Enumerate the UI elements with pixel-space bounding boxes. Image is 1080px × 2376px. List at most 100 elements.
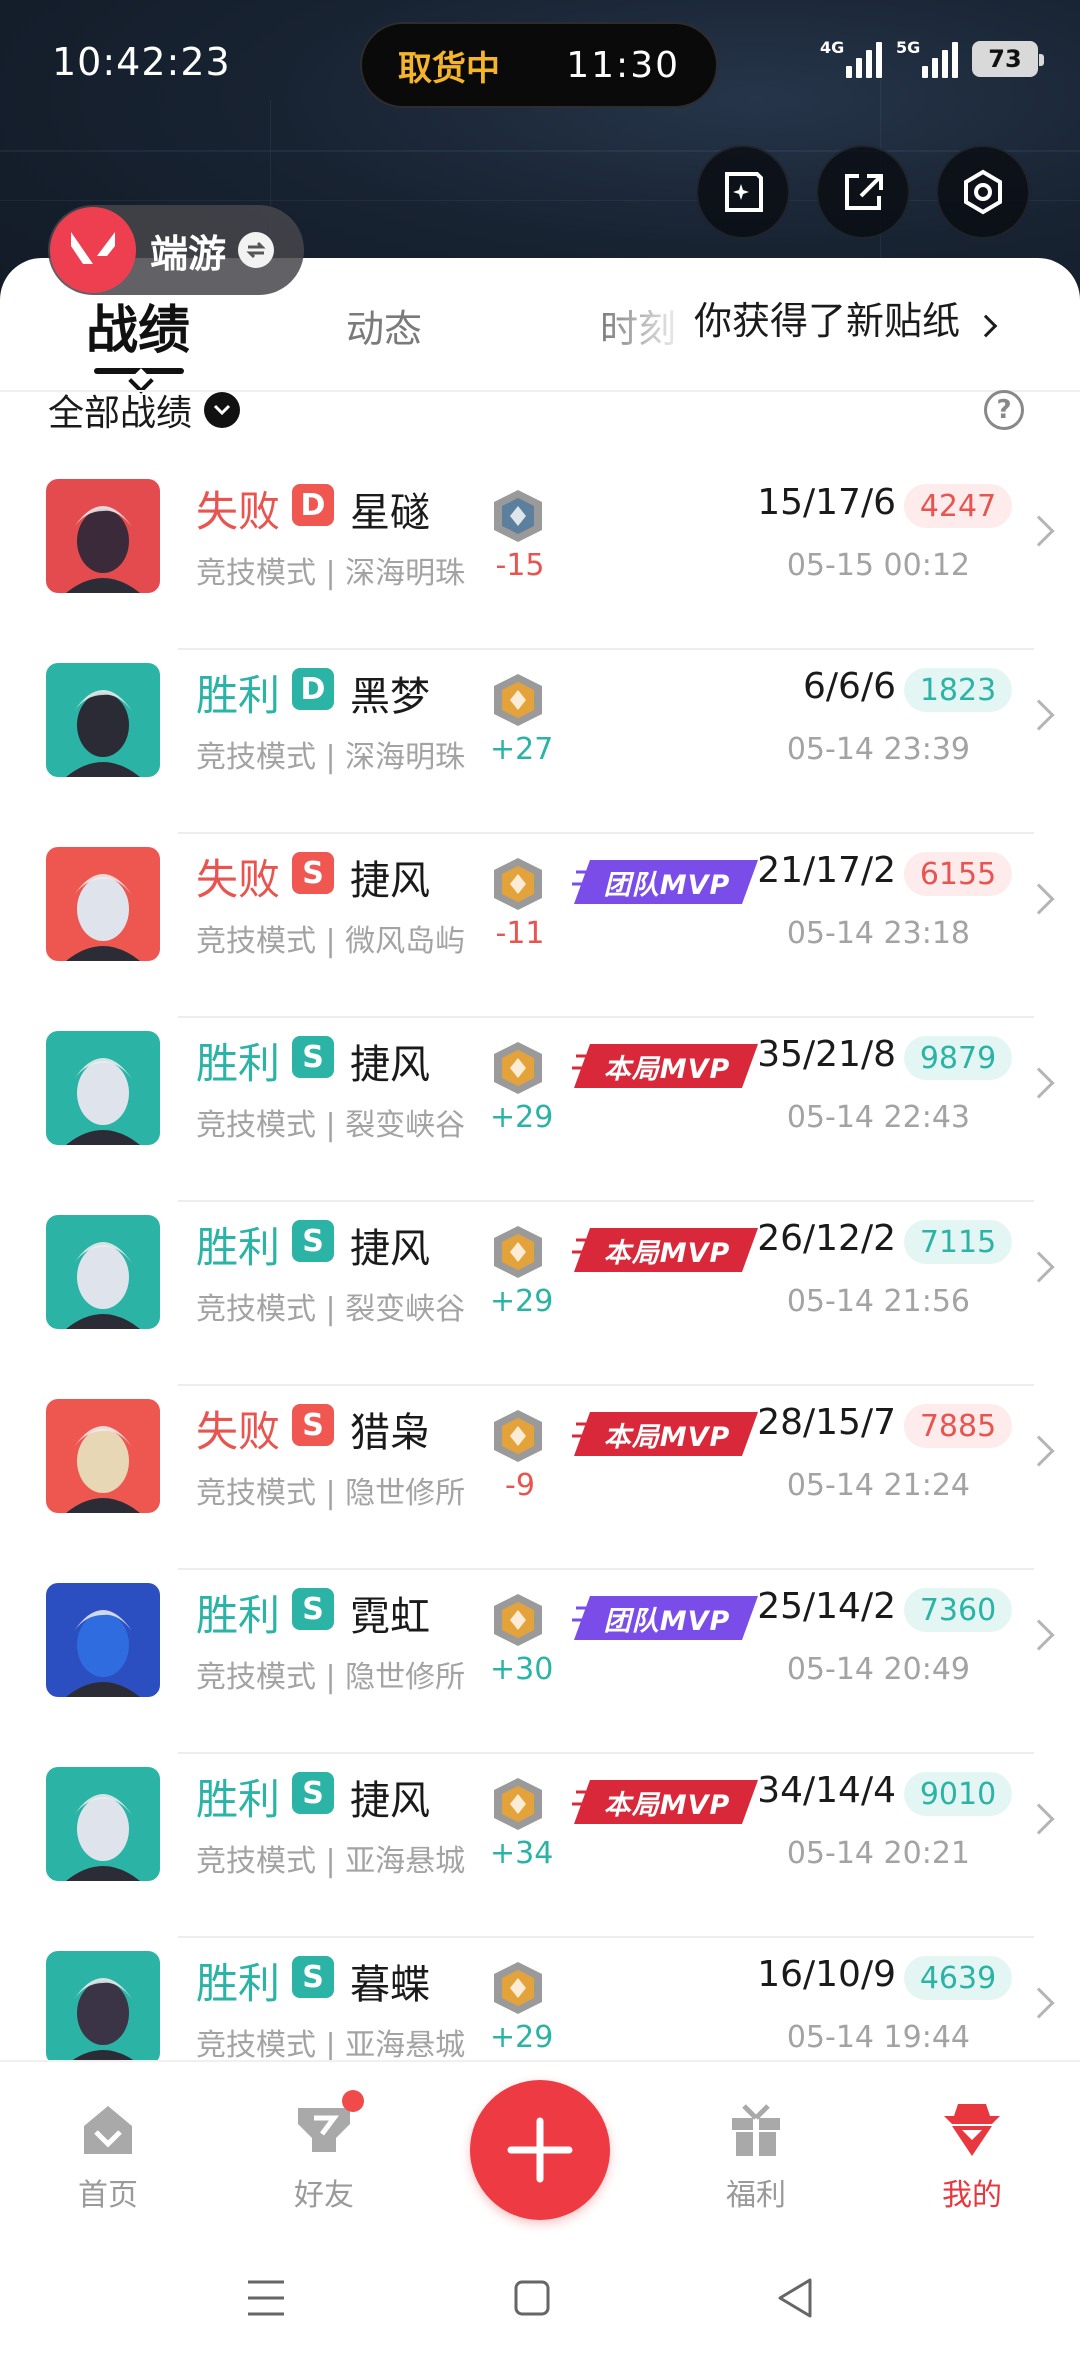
agent-name: 捷风 bbox=[350, 1778, 430, 1824]
nav-friends[interactable]: 好友 bbox=[264, 2090, 384, 2214]
rank-icon bbox=[494, 1042, 542, 1094]
match-mode: 竞技模式 | 隐世修所 bbox=[196, 1476, 466, 1511]
agent-name: 黑梦 bbox=[350, 674, 430, 720]
rank-tier-badge: D bbox=[292, 668, 334, 710]
rank-points-change: +30 bbox=[490, 1652, 554, 1687]
status-time: 10:42:23 bbox=[52, 40, 231, 84]
nav-friends-label: 好友 bbox=[294, 2178, 354, 2213]
kda: 21/17/2 bbox=[757, 850, 896, 891]
mvp-badge: 团队MVP bbox=[603, 869, 731, 901]
combat-score: 4639 bbox=[904, 1956, 1012, 2000]
settings-button[interactable] bbox=[936, 145, 1030, 239]
filter-label: 全部战绩 bbox=[48, 393, 193, 434]
match-row[interactable]: 胜利 S 捷风 竞技模式 | 裂变峡谷 +29 本局MVP 35/21/8 98… bbox=[0, 1018, 1080, 1202]
match-result: 失败 bbox=[196, 1407, 281, 1456]
match-result: 胜利 bbox=[196, 1591, 281, 1640]
match-row[interactable]: 失败 S 捷风 竞技模式 | 微风岛屿 -11 团队MVP 21/17/2 61… bbox=[0, 834, 1080, 1018]
kda: 6/6/6 bbox=[803, 666, 896, 707]
rank-tier-badge: S bbox=[292, 1772, 334, 1814]
notification-dot bbox=[342, 2090, 364, 2112]
chevron-right-icon bbox=[1023, 1987, 1055, 2019]
rank-tier-badge: S bbox=[292, 852, 334, 894]
agent-name: 星礈 bbox=[350, 490, 430, 536]
live-activity-pill[interactable]: 取货中 11:30 bbox=[360, 22, 718, 108]
chevron-right-icon bbox=[974, 314, 998, 338]
match-result: 失败 bbox=[196, 487, 281, 536]
combat-score: 6155 bbox=[904, 852, 1012, 896]
toast-text: 你获得了新贴纸 bbox=[694, 299, 961, 343]
rank-icon bbox=[494, 490, 542, 542]
rank-tier-badge: D bbox=[292, 484, 334, 526]
match-date: 05-14 21:24 bbox=[786, 1468, 970, 1503]
match-date: 05-14 20:21 bbox=[786, 1836, 970, 1871]
match-result: 胜利 bbox=[196, 1223, 281, 1272]
tab-feed[interactable]: 动态 bbox=[346, 298, 422, 353]
chevron-right-icon bbox=[1023, 1619, 1055, 1651]
pickup-status: 取货中 bbox=[398, 48, 500, 89]
chevron-down-icon bbox=[204, 392, 241, 428]
agent-name: 捷风 bbox=[350, 1042, 430, 1088]
match-row[interactable]: 胜利 D 黑梦 竞技模式 | 深海明珠 +27 6/6/6 1823 05-14… bbox=[0, 650, 1080, 834]
match-mode: 竞技模式 | 深海明珠 bbox=[196, 740, 466, 775]
nav-welfare[interactable]: 福利 bbox=[696, 2098, 816, 2214]
help-icon[interactable]: ? bbox=[984, 390, 1024, 430]
back-icon[interactable] bbox=[776, 2276, 816, 2320]
nav-profile[interactable]: 我的 bbox=[912, 2098, 1032, 2214]
chevron-right-icon bbox=[1023, 515, 1055, 547]
system-nav-bar bbox=[0, 2236, 1080, 2376]
match-date: 05-14 19:44 bbox=[786, 2020, 970, 2055]
agent-name: 捷风 bbox=[350, 1226, 430, 1272]
rank-icon bbox=[494, 1226, 542, 1278]
mvp-badge: 本局MVP bbox=[603, 1237, 731, 1269]
rank-points-change: +34 bbox=[490, 1836, 554, 1871]
agent-avatar bbox=[46, 479, 160, 593]
home-square-icon[interactable] bbox=[512, 2278, 552, 2318]
match-result: 胜利 bbox=[196, 1775, 281, 1824]
match-result: 胜利 bbox=[196, 1959, 281, 2008]
tab-records[interactable]: 战绩 bbox=[86, 288, 190, 363]
match-row[interactable]: 胜利 S 霓虹 竞技模式 | 隐世修所 +30 团队MVP 25/14/2 73… bbox=[0, 1570, 1080, 1754]
match-row[interactable]: 胜利 S 捷风 竞技模式 | 亚海悬城 +34 本局MVP 34/14/4 90… bbox=[0, 1754, 1080, 1938]
combat-score: 7885 bbox=[904, 1404, 1012, 1448]
match-row[interactable]: 失败 S 猎枭 竞技模式 | 隐世修所 -9 本局MVP 28/15/7 788… bbox=[0, 1386, 1080, 1570]
records-filter[interactable]: 全部战绩 bbox=[48, 384, 241, 436]
match-mode: 竞技模式 | 亚海悬城 bbox=[196, 1844, 466, 1879]
chevron-right-icon bbox=[1023, 1435, 1055, 1467]
match-date: 05-14 23:18 bbox=[786, 916, 970, 951]
mvp-badge: 本局MVP bbox=[603, 1789, 731, 1821]
kda: 15/17/6 bbox=[757, 482, 896, 523]
game-switch-button[interactable]: 端游 bbox=[48, 205, 304, 295]
nav-welfare-label: 福利 bbox=[726, 2178, 786, 2213]
rank-points-change: -11 bbox=[495, 916, 545, 951]
menu-icon[interactable] bbox=[244, 2278, 288, 2318]
match-row[interactable]: 失败 D 星礈 竞技模式 | 深海明珠 -15 15/17/6 4247 05-… bbox=[0, 466, 1080, 650]
kda: 35/21/8 bbox=[757, 1034, 896, 1075]
tab-indicator bbox=[94, 368, 184, 374]
chevron-right-icon bbox=[1023, 699, 1055, 731]
signal-4g-icon: 4G bbox=[820, 38, 882, 78]
profile-icon bbox=[940, 2098, 1004, 2162]
match-mode: 竞技模式 | 隐世修所 bbox=[196, 1660, 466, 1695]
system-icons: 4G 5G 73 bbox=[820, 38, 1044, 78]
share-button[interactable] bbox=[816, 145, 910, 239]
mvp-badge: 团队MVP bbox=[603, 1605, 731, 1637]
swap-icon bbox=[238, 232, 275, 268]
game-switch-label: 端游 bbox=[150, 231, 227, 276]
pickup-time: 11:30 bbox=[566, 44, 680, 86]
nav-home[interactable]: 首页 bbox=[48, 2098, 168, 2214]
kda: 26/12/2 bbox=[757, 1218, 896, 1259]
match-row[interactable]: 胜利 S 捷风 竞技模式 | 裂变峡谷 +29 本局MVP 26/12/2 71… bbox=[0, 1202, 1080, 1386]
signal-5g-icon: 5G bbox=[896, 38, 958, 78]
match-mode: 竞技模式 | 亚海悬城 bbox=[196, 2028, 466, 2063]
combat-score: 9010 bbox=[904, 1772, 1012, 1816]
rank-icon bbox=[494, 1594, 542, 1646]
match-result: 胜利 bbox=[196, 671, 281, 720]
combat-score: 9879 bbox=[904, 1036, 1012, 1080]
rank-tier-badge: S bbox=[292, 1220, 334, 1262]
match-mode: 竞技模式 | 裂变峡谷 bbox=[196, 1108, 466, 1143]
sticker-edit-button[interactable] bbox=[696, 145, 790, 239]
rank-icon bbox=[494, 1778, 542, 1830]
rank-tier-badge: S bbox=[292, 1036, 334, 1078]
new-sticker-toast[interactable]: 你获得了新贴纸 bbox=[690, 290, 998, 345]
create-post-button[interactable] bbox=[470, 2080, 610, 2220]
